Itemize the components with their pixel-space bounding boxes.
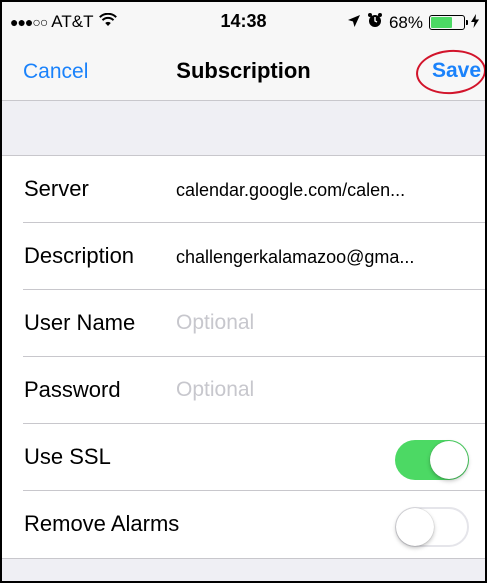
page-title: Subscription	[176, 58, 311, 83]
save-highlight-annotation	[414, 47, 485, 97]
status-indicators: 68%	[341, 12, 479, 33]
description-field[interactable]: challengerkalamazoo@gma...	[176, 247, 414, 268]
use-ssl-toggle[interactable]	[395, 440, 469, 480]
use-ssl-row: Use SSL	[2, 424, 485, 491]
navigation-bar: Cancel Subscription Save	[2, 42, 485, 101]
user-name-row[interactable]: User Name Optional	[2, 290, 485, 357]
use-ssl-label: Use SSL	[24, 444, 111, 469]
server-field[interactable]: calendar.google.com/calen...	[176, 180, 405, 201]
password-field[interactable]: Optional	[176, 378, 254, 402]
remove-alarms-label: Remove Alarms	[24, 511, 180, 536]
status-bar: ●●●○○ AT&T 14:38 68%	[2, 2, 485, 42]
battery-cap	[466, 20, 468, 25]
location-arrow-icon	[347, 13, 361, 33]
server-row[interactable]: Server calendar.google.com/calen...	[2, 156, 485, 223]
user-name-field[interactable]: Optional	[176, 311, 254, 335]
toggle-knob	[430, 441, 468, 479]
alarm-clock-icon	[367, 12, 383, 33]
battery-percentage: 68%	[388, 12, 423, 32]
description-row[interactable]: Description challengerkalamazoo@gma...	[2, 223, 485, 290]
charging-bolt-icon	[471, 13, 479, 33]
password-row[interactable]: Password Optional	[2, 357, 485, 424]
phone-screen: ●●●○○ AT&T 14:38 68% Cancel Subscription…	[0, 0, 487, 583]
server-label: Server	[24, 176, 89, 201]
battery-level-fill	[431, 17, 453, 28]
toggle-knob	[396, 508, 434, 546]
user-name-label: User Name	[24, 310, 136, 335]
password-label: Password	[24, 377, 121, 402]
subscription-settings-table: Server calendar.google.com/calen... Desc…	[2, 155, 485, 559]
remove-alarms-row: Remove Alarms	[2, 491, 485, 558]
battery-icon	[429, 15, 468, 30]
remove-alarms-toggle[interactable]	[395, 507, 469, 547]
description-label: Description	[24, 243, 135, 268]
